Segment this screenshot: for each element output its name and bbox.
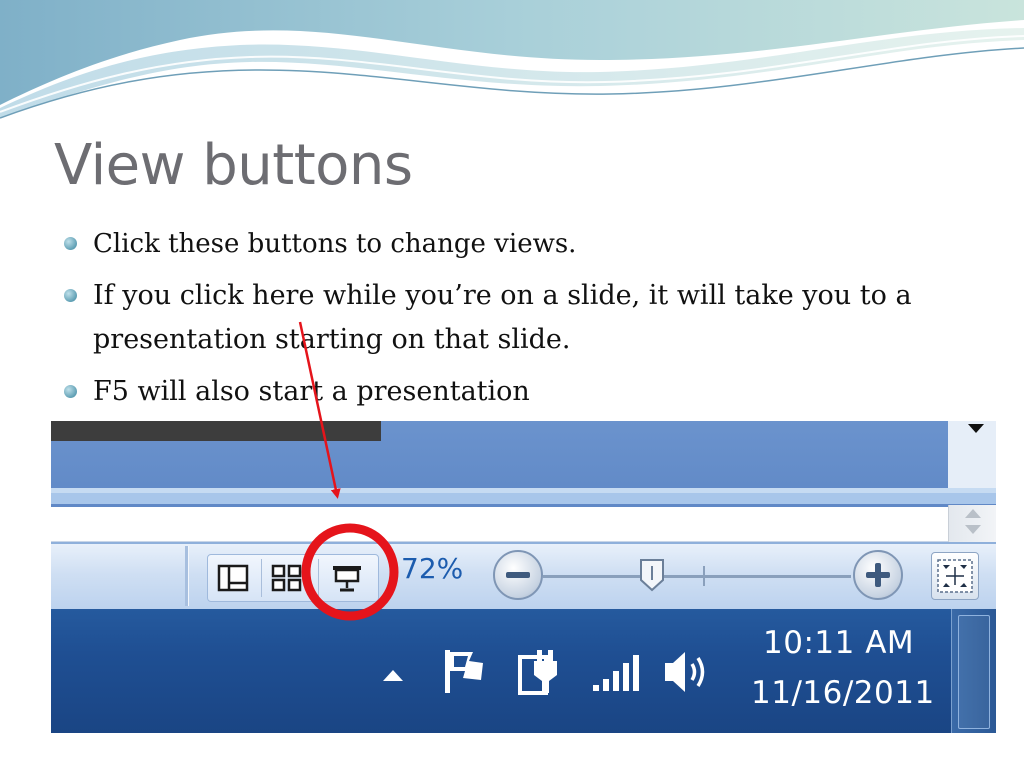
- zoom-slider-midpoint: [703, 566, 705, 586]
- embedded-screenshot: 72% 10:11 AM 11/16/2011: [51, 421, 996, 733]
- minus-icon: [506, 572, 530, 578]
- bullet-dot-icon: [64, 289, 77, 302]
- zoom-in-button[interactable]: [853, 550, 903, 600]
- scrollbar[interactable]: [948, 505, 996, 545]
- header-wave-decoration: [0, 0, 1024, 119]
- action-center-flag-icon[interactable]: [441, 647, 487, 695]
- volume-icon[interactable]: [663, 649, 711, 695]
- show-hidden-icons-icon[interactable]: [381, 667, 405, 683]
- view-buttons-group: [207, 554, 379, 602]
- dropdown-arrow-icon[interactable]: [968, 424, 984, 433]
- bullet-item: Click these buttons to change views.: [64, 222, 964, 266]
- bullet-item: If you click here while you’re on a slid…: [64, 274, 964, 362]
- bullet-item: F5 will also start a presentation: [64, 370, 964, 414]
- status-bar: 72%: [51, 542, 996, 611]
- zoom-slider-track[interactable]: [543, 575, 851, 578]
- clock-time[interactable]: 10:11 AM: [763, 625, 914, 661]
- show-desktop-button[interactable]: [951, 609, 996, 733]
- bullet-dot-icon: [64, 385, 77, 398]
- bullet-text: Click these buttons to change views.: [93, 229, 577, 259]
- view-button-divider: [318, 559, 319, 597]
- bullet-text: F5 will also start a presentation: [93, 376, 530, 407]
- zoom-out-button[interactable]: [493, 550, 543, 600]
- slide-title: View buttons: [54, 133, 413, 198]
- clock-date[interactable]: 11/16/2011: [751, 675, 935, 711]
- scroll-up-icon[interactable]: [965, 509, 981, 518]
- dark-tab-strip: [51, 421, 381, 441]
- windows-taskbar: 10:11 AM 11/16/2011: [51, 609, 996, 733]
- ribbon-area: [51, 421, 996, 509]
- normal-view-icon[interactable]: [216, 561, 250, 595]
- fit-to-window-button[interactable]: [931, 552, 979, 600]
- ribbon-corner: [948, 421, 996, 491]
- zoom-slider-thumb[interactable]: [638, 558, 666, 592]
- ribbon-divider: [51, 493, 996, 504]
- view-button-divider: [261, 559, 262, 597]
- slide-show-icon[interactable]: [330, 561, 364, 595]
- bullet-list: Click these buttons to change views. If …: [64, 222, 964, 422]
- status-separator: [185, 546, 189, 606]
- plus-icon-vertical: [875, 563, 881, 587]
- slide: View buttons Click these buttons to chan…: [0, 0, 1024, 768]
- show-desktop-face: [958, 615, 990, 729]
- power-plug-icon[interactable]: [517, 647, 561, 697]
- document-area: [51, 507, 996, 542]
- fit-to-window-icon: [937, 559, 973, 593]
- slide-sorter-icon[interactable]: [270, 561, 304, 595]
- scroll-down-icon[interactable]: [965, 525, 981, 534]
- bullet-text: If you click here while you’re on a slid…: [93, 280, 912, 355]
- zoom-level-button[interactable]: 72%: [401, 552, 463, 585]
- network-signal-icon[interactable]: [591, 653, 641, 693]
- bullet-dot-icon: [64, 237, 77, 250]
